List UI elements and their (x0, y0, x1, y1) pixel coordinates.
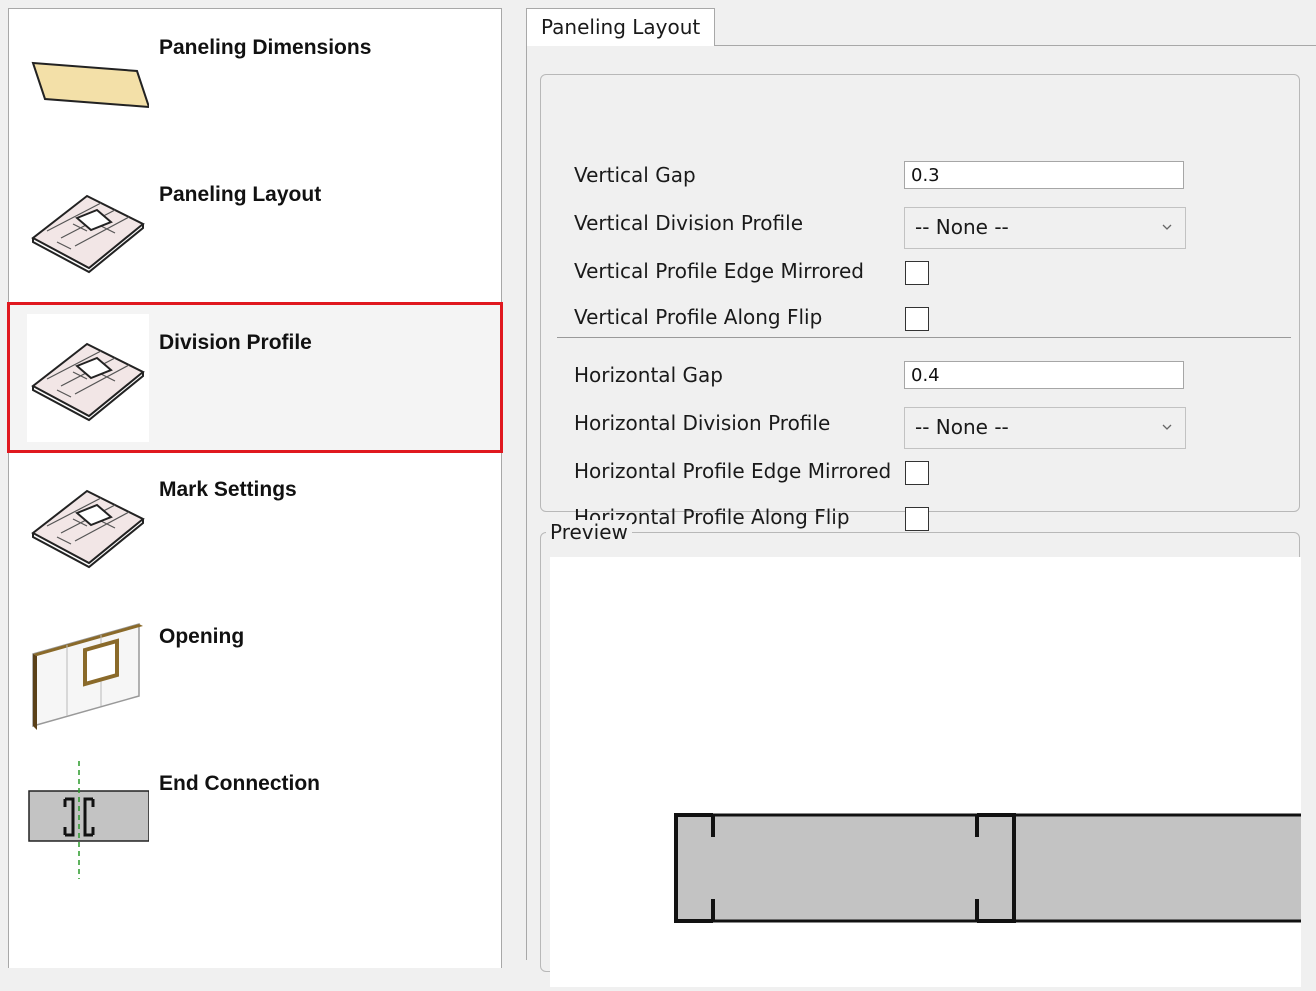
horizontal-profile-along-flip-row: Horizontal Profile Along Flip (541, 503, 1301, 535)
vertical-profile-edge-mirrored-checkbox[interactable] (905, 261, 929, 285)
horizontal-gap-input[interactable] (904, 361, 1184, 389)
nav-item-label: Paneling Dimensions (159, 36, 372, 59)
nav-item-label: End Connection (159, 772, 320, 795)
vertical-profile-edge-mirrored-row: Vertical Profile Edge Mirrored (541, 257, 1301, 289)
horizontal-gap-label: Horizontal Gap (574, 363, 723, 387)
nav-item-opening[interactable]: Opening (9, 598, 501, 745)
vertical-gap-row: Vertical Gap (541, 161, 1301, 193)
vertical-gap-input[interactable] (904, 161, 1184, 189)
tab-content: Vertical Gap Vertical Division Profile -… (526, 45, 1316, 987)
nav-item-label: Mark Settings (159, 478, 297, 501)
horizontal-profile-edge-mirrored-row: Horizontal Profile Edge Mirrored (541, 457, 1301, 489)
vertical-division-profile-value: -- None -- (915, 215, 1009, 239)
section-divider (557, 337, 1291, 338)
vertical-profile-along-flip-row: Vertical Profile Along Flip (541, 303, 1301, 335)
brick-panel-icon (27, 314, 149, 442)
chevron-down-icon (1162, 224, 1172, 230)
panel-shape (674, 815, 1314, 921)
horizontal-division-profile-value: -- None -- (915, 415, 1009, 439)
tab-strip: Paneling Layout (512, 8, 1316, 46)
horizontal-division-profile-label: Horizontal Division Profile (574, 411, 831, 435)
horizontal-profile-edge-mirrored-label: Horizontal Profile Edge Mirrored (574, 459, 892, 483)
panel-sheet-icon (31, 61, 149, 109)
brick-panel-icon (31, 194, 145, 274)
nav-item-paneling-layout[interactable]: Paneling Layout (9, 156, 501, 303)
vertical-profile-along-flip-checkbox[interactable] (905, 307, 929, 331)
division-profile-preview (674, 813, 1314, 923)
horizontal-division-profile-row: Horizontal Division Profile -- None -- (541, 407, 1301, 449)
profile-settings-group: Vertical Gap Vertical Division Profile -… (540, 74, 1301, 531)
settings-panel: Paneling Layout Vertical Gap Vertical Di… (512, 0, 1316, 987)
vertical-profile-edge-mirrored-label: Vertical Profile Edge Mirrored (574, 259, 864, 283)
vertical-division-profile-select[interactable]: -- None -- (904, 207, 1186, 249)
nav-item-paneling-dimensions[interactable]: Paneling Dimensions (9, 9, 501, 156)
nav-item-end-connection[interactable]: End Connection (9, 745, 501, 892)
settings-nav-list: Paneling Dimensions Paneling Layout Divi… (7, 8, 503, 968)
tab-paneling-layout[interactable]: Paneling Layout (526, 8, 716, 46)
chevron-down-icon (1162, 424, 1172, 430)
end-connection-icon (28, 761, 149, 879)
nav-item-label: Opening (159, 625, 245, 648)
nav-item-label: Paneling Layout (159, 183, 322, 206)
preview-group: Preview (540, 520, 1314, 987)
nav-item-division-profile[interactable]: Division Profile (7, 302, 503, 453)
nav-item-mark-settings[interactable]: Mark Settings (9, 451, 501, 598)
vertical-division-profile-label: Vertical Division Profile (574, 211, 804, 235)
vertical-division-profile-row: Vertical Division Profile -- None -- (541, 207, 1301, 249)
vertical-gap-label: Vertical Gap (574, 163, 696, 187)
preview-canvas (550, 557, 1314, 987)
horizontal-division-profile-select[interactable]: -- None -- (904, 407, 1186, 449)
wall-opening-icon (32, 623, 143, 730)
brick-panel-icon (31, 489, 145, 569)
horizontal-profile-edge-mirrored-checkbox[interactable] (905, 461, 929, 485)
horizontal-profile-along-flip-checkbox[interactable] (905, 507, 929, 531)
vertical-profile-along-flip-label: Vertical Profile Along Flip (574, 305, 823, 329)
horizontal-gap-row: Horizontal Gap (541, 361, 1301, 393)
nav-item-label: Division Profile (159, 331, 312, 354)
preview-label: Preview (546, 520, 632, 544)
